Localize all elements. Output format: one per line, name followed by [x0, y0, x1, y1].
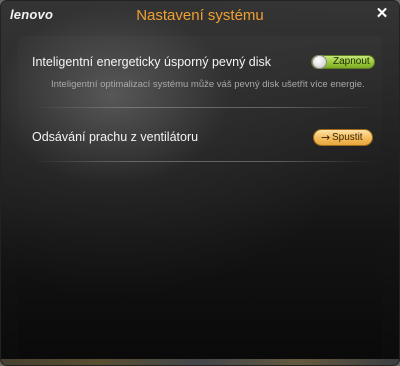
fan-dust-run-label: Spustit [332, 132, 363, 143]
hdd-power-toggle-label: Zapnout [333, 56, 370, 67]
window-title: Nastavení systému [136, 7, 264, 24]
setting-fan-dust-label: Odsávání prachu z ventilátoru [32, 130, 199, 144]
background-strip [1, 359, 399, 365]
divider [31, 161, 375, 162]
hdd-power-toggle[interactable]: Zapnout [311, 55, 375, 69]
arrow-right-icon: → [321, 131, 331, 144]
setting-hdd-power-label: Inteligentní energeticky úsporný pevný d… [32, 55, 272, 69]
setting-hdd-power-description: Inteligentní optimalizací systému může v… [51, 79, 365, 90]
settings-window: lenovo Nastavení systému ✕ Inteligentní … [0, 0, 400, 366]
close-icon: ✕ [375, 5, 389, 22]
close-button[interactable]: ✕ [375, 5, 389, 22]
titlebar: lenovo Nastavení systému ✕ [1, 1, 399, 31]
toggle-knob-icon [312, 55, 327, 69]
fan-dust-run-button[interactable]: → Spustit [313, 129, 373, 146]
divider [31, 107, 375, 108]
